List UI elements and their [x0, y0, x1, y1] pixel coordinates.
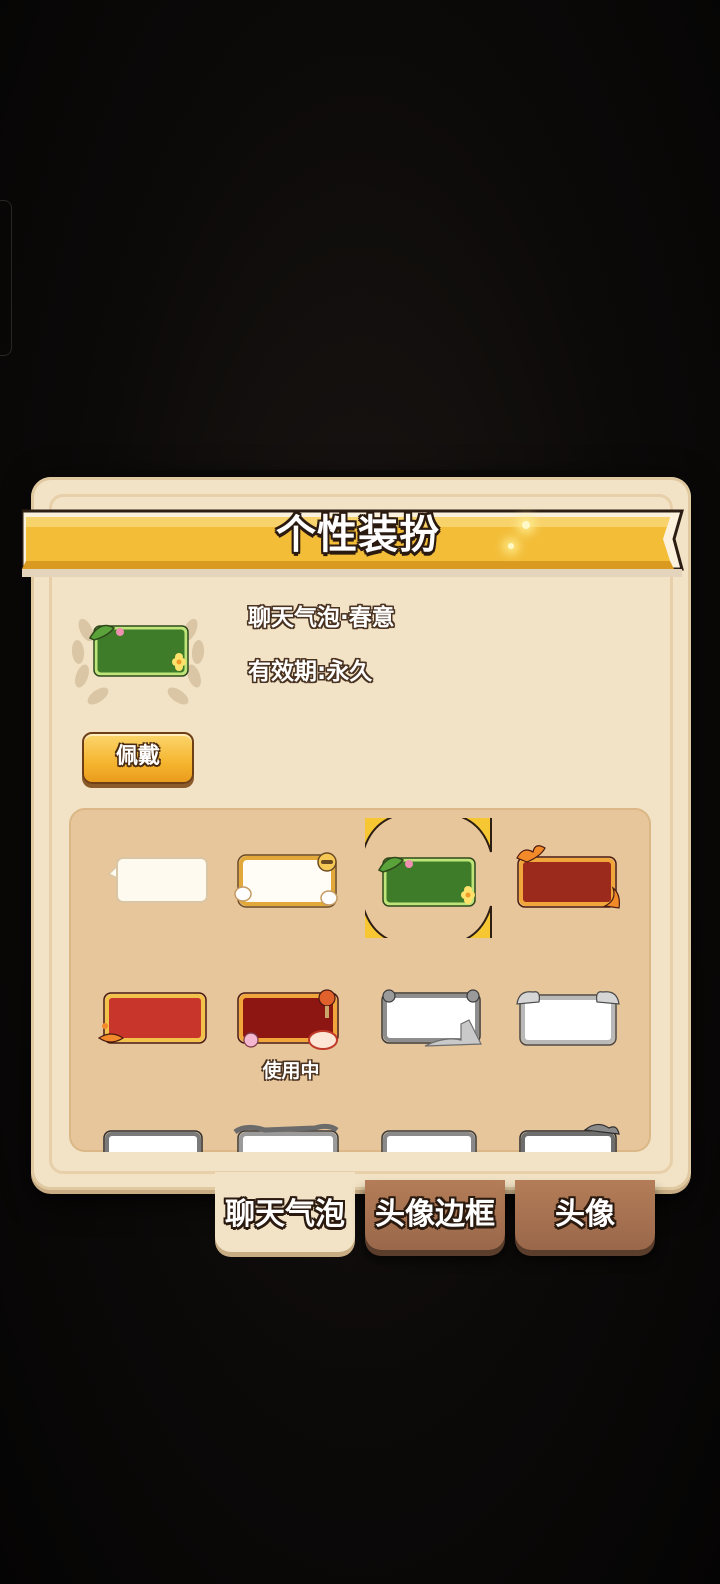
in-use-label: 使用中 — [262, 1060, 320, 1082]
tab-chat-bubble[interactable]: 聊天气泡 — [215, 1172, 355, 1252]
wear-button[interactable]: 佩戴 — [82, 732, 194, 784]
sparkle-icon — [522, 521, 530, 529]
item-name: 聊天气泡·春意 — [248, 605, 395, 631]
grid-item-cat-paw[interactable] — [225, 818, 357, 938]
grid-item-cloud[interactable] — [505, 960, 637, 1080]
title-ribbon: 个性装扮 — [22, 509, 694, 585]
sparkle-icon — [508, 543, 514, 549]
grid-item-dark-dragon[interactable] — [505, 1098, 637, 1152]
red-koi-bubble-icon — [97, 992, 207, 1044]
selected-preview — [64, 600, 212, 710]
spring-green-bubble-icon — [365, 818, 492, 938]
tab-chat-bubble-label: 聊天气泡 — [225, 1197, 345, 1232]
white-cloud-bubble-icon — [516, 991, 620, 1046]
gray-bubble-icon — [381, 1130, 477, 1152]
page-title: 个性装扮 — [276, 512, 440, 558]
silver-scroll-bubble-icon — [233, 1123, 339, 1152]
grid-item-spring-selected[interactable] — [365, 818, 497, 938]
tab-avatar-frame[interactable]: 头像边框 — [365, 1180, 505, 1250]
dark-dragon-bubble-icon — [519, 1123, 620, 1152]
dark-gray-bubble-icon — [103, 1130, 203, 1152]
tab-avatar[interactable]: 头像 — [515, 1180, 655, 1250]
grid-item-flame[interactable] — [505, 818, 637, 938]
plain-white-bubble-icon — [107, 857, 208, 903]
screen-edge-handle — [0, 200, 12, 356]
grid-item-gray[interactable] — [365, 1098, 497, 1152]
grid-item-dark-gray[interactable] — [83, 1098, 215, 1152]
tab-avatar-label: 头像 — [555, 1197, 615, 1232]
gray-stone-bubble-icon — [381, 989, 482, 1047]
cat-paw-bubble-icon — [234, 852, 338, 908]
grid-item-silver-scroll[interactable] — [225, 1098, 357, 1152]
tab-avatar-frame-label: 头像边框 — [375, 1197, 495, 1232]
grid-item-stone[interactable] — [365, 960, 497, 1080]
grid-item-koi[interactable] — [83, 960, 215, 1080]
grid-item-plain-white[interactable] — [83, 818, 215, 938]
bubble-grid: 使用中 — [69, 808, 651, 1152]
flame-red-bubble-icon — [516, 845, 620, 909]
item-validity: 有效期:永久 — [248, 659, 373, 685]
